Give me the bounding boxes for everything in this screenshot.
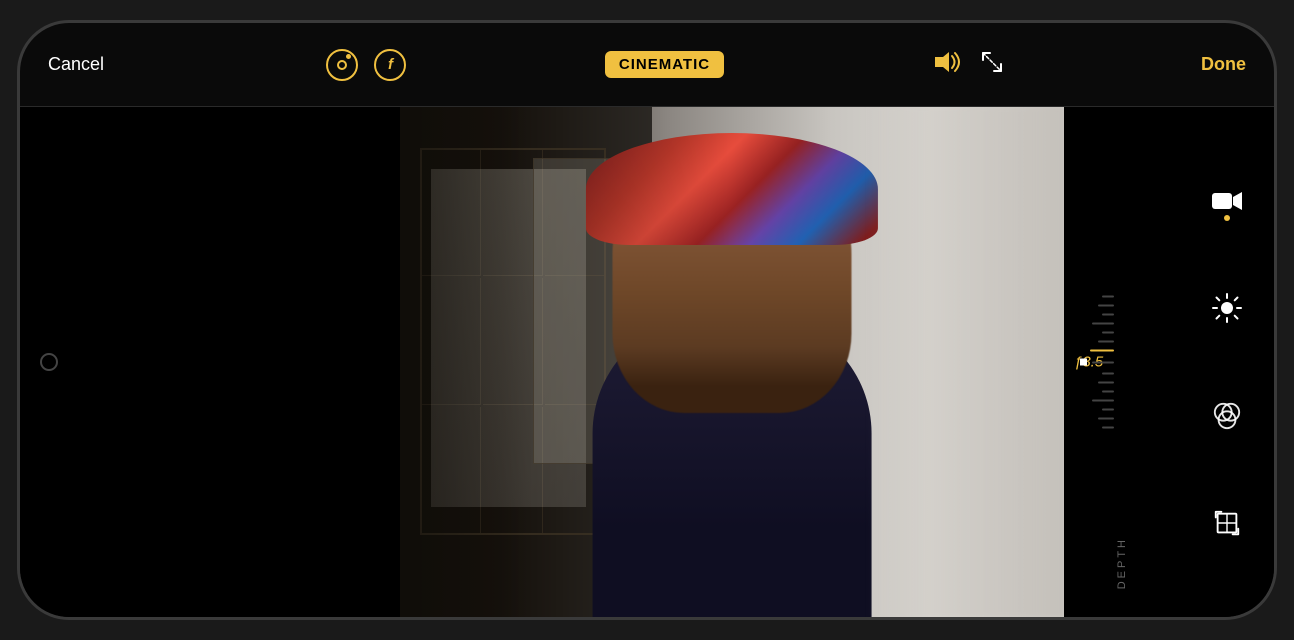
top-icons: f (326, 49, 406, 81)
aperture-icon[interactable]: f (374, 49, 406, 81)
tick-active (1090, 350, 1114, 352)
tick-12 (1102, 409, 1114, 411)
transform-tool-button[interactable] (1205, 501, 1249, 545)
tick-6 (1098, 341, 1114, 343)
tick-14 (1102, 427, 1114, 429)
exposure-tool-button[interactable] (1205, 286, 1249, 330)
tick-5 (1102, 332, 1114, 334)
top-right-icons (923, 51, 1003, 79)
top-bar: Cancel f CINEMATIC (20, 23, 1274, 107)
color-tool-button[interactable] (1205, 394, 1249, 438)
phone-frame: Cancel f CINEMATIC (17, 20, 1277, 620)
tick-4 (1092, 323, 1114, 325)
tick-13 (1098, 418, 1114, 420)
done-button[interactable]: Done (1201, 54, 1246, 75)
video-icon-dot (1224, 215, 1230, 221)
tick-7 (1092, 361, 1114, 363)
tick-8 (1102, 373, 1114, 375)
depth-label: DEPTH (1116, 537, 1128, 589)
icons-column (1192, 117, 1262, 607)
camera-target-icon[interactable] (326, 49, 358, 81)
cinematic-badge[interactable]: CINEMATIC (605, 51, 724, 78)
tick-1 (1102, 296, 1114, 298)
tick-10 (1102, 391, 1114, 393)
side-camera-dot (40, 353, 58, 371)
left-panel (20, 107, 400, 617)
main-content: ƒ3.5 (20, 107, 1274, 617)
video-tool-button[interactable] (1205, 179, 1249, 223)
sound-icon[interactable] (933, 51, 961, 79)
slider-indicator-dot (1080, 359, 1087, 366)
slider-ticks (1080, 296, 1114, 429)
tick-2 (1098, 305, 1114, 307)
cancel-button[interactable]: Cancel (48, 54, 128, 75)
aperture-f-label: f (388, 56, 393, 73)
video-frame (400, 107, 1064, 617)
right-panel: ƒ3.5 (1064, 107, 1274, 617)
camera-dot-2 (346, 54, 351, 59)
fullscreen-icon[interactable] (981, 51, 1003, 78)
tick-9 (1098, 382, 1114, 384)
slider-area: ƒ3.5 (1064, 117, 1144, 607)
video-content (400, 107, 1064, 617)
tick-11 (1092, 400, 1114, 402)
tick-3 (1102, 314, 1114, 316)
camera-dot (337, 60, 347, 70)
